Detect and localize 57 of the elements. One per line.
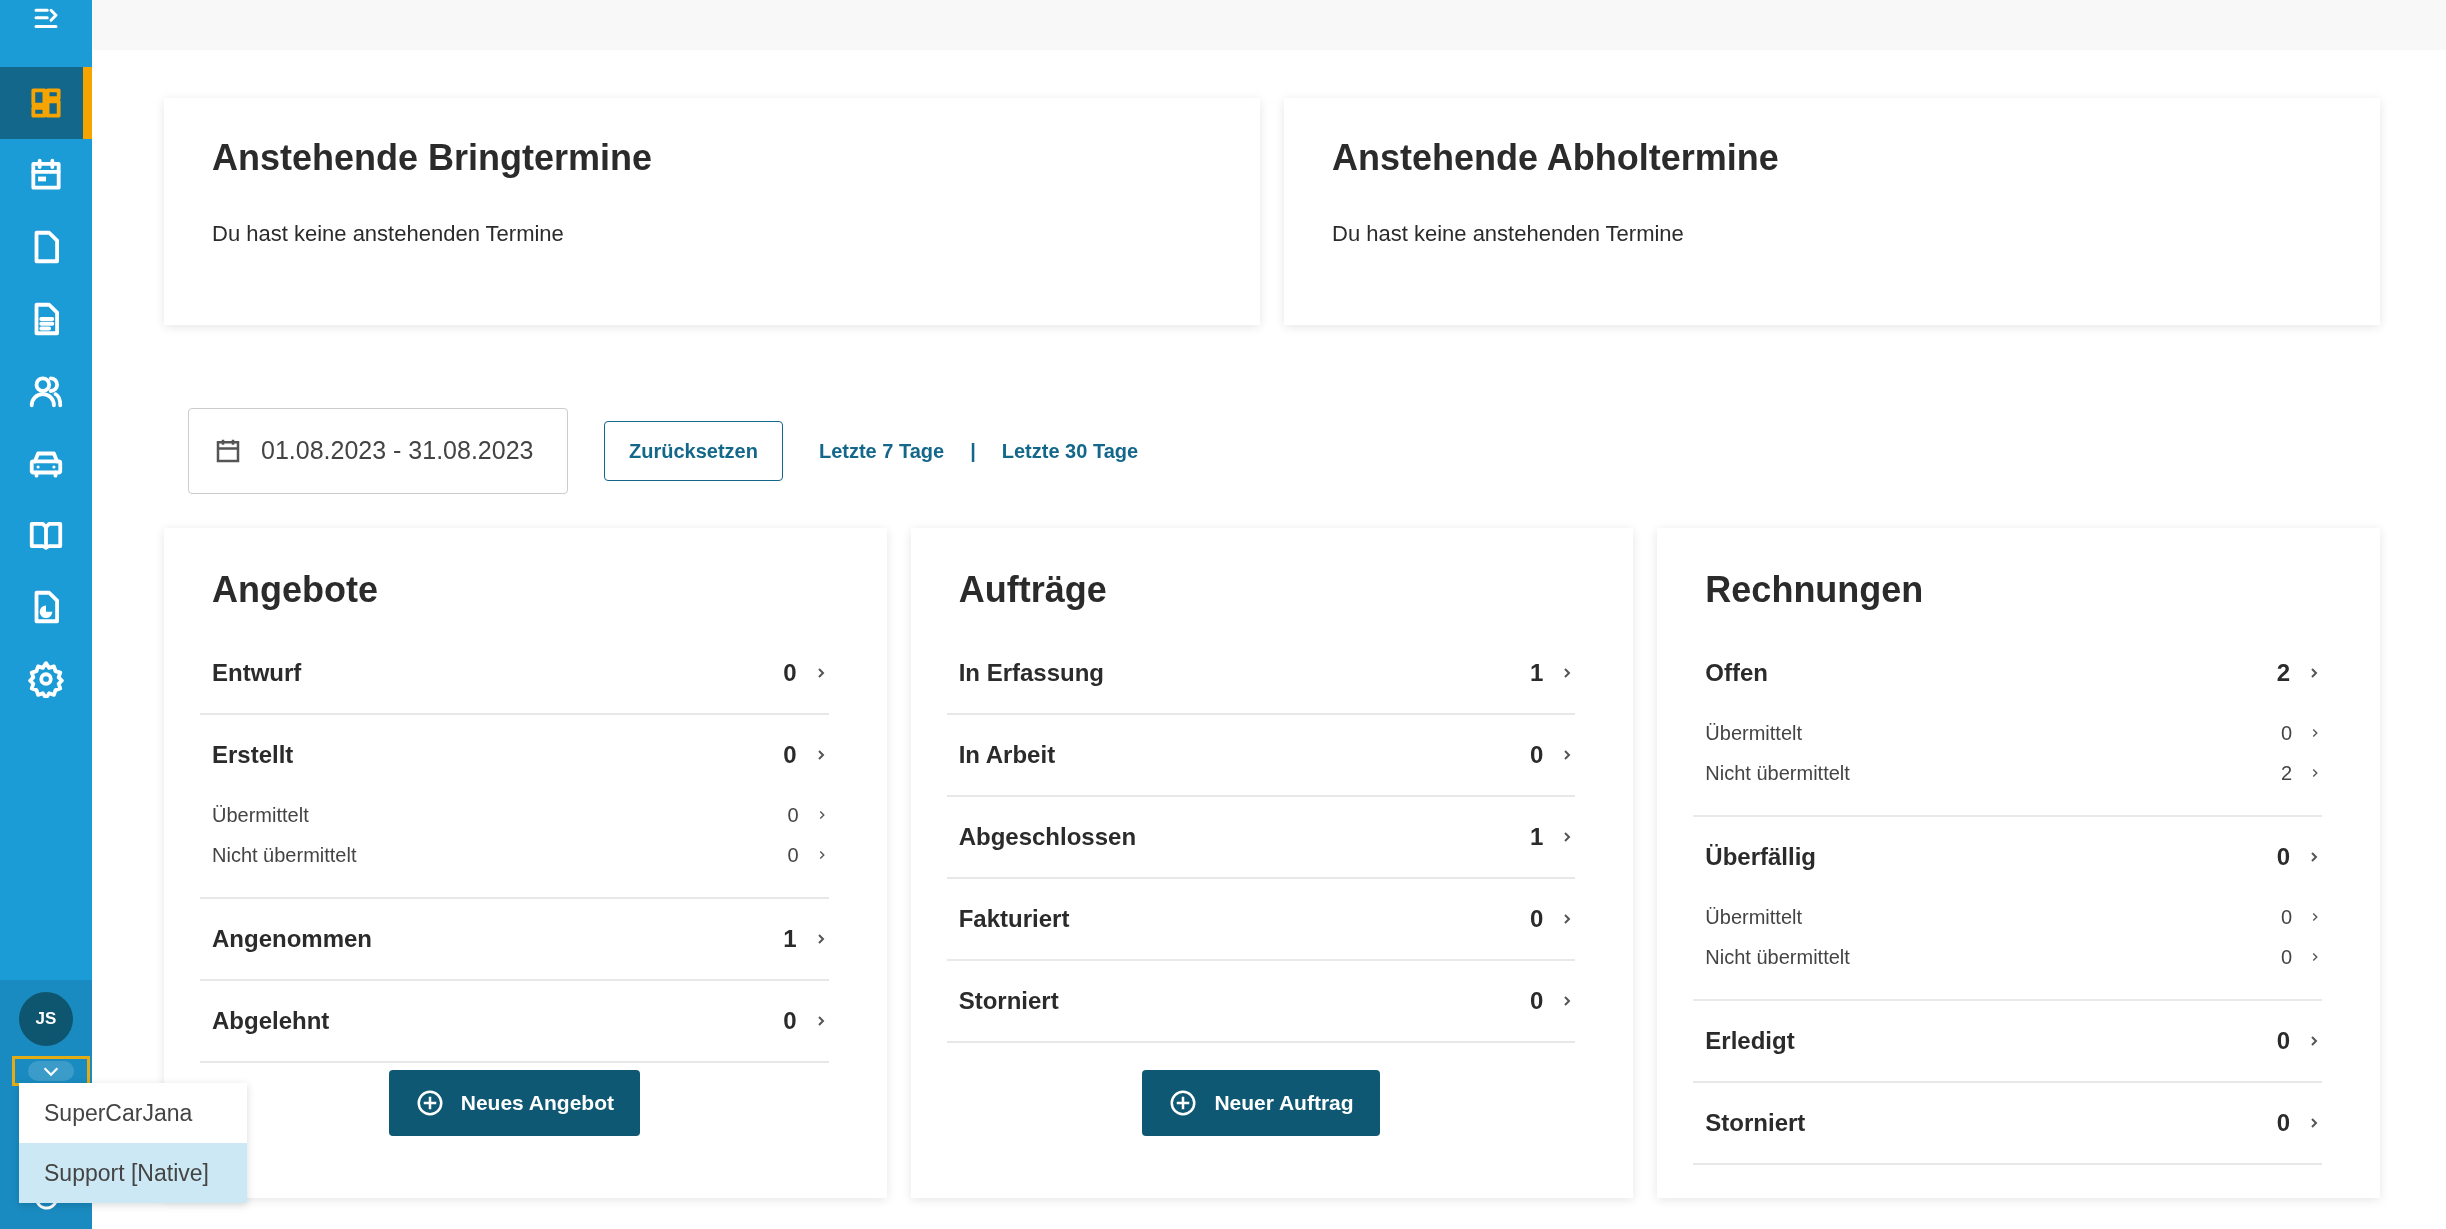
- status-label: Storniert: [958, 986, 1059, 1017]
- substatus-label: Nicht übermittelt: [212, 843, 357, 869]
- card-title: Angebote: [212, 568, 379, 612]
- empty-message: Du hast keine anstehenden Termine: [212, 220, 565, 249]
- status-label: Abgelehnt: [212, 1006, 330, 1037]
- substatus-label: Übermittelt: [212, 803, 309, 829]
- substatus-count: 2: [2280, 761, 2292, 787]
- status-count: 1: [783, 924, 797, 955]
- status-label: Angenommen: [212, 924, 372, 955]
- link-separator: |: [970, 439, 976, 464]
- status-label: Fakturiert: [958, 904, 1070, 935]
- card-title: Anstehende Abholtermine: [1332, 136, 1780, 180]
- status-count: 1: [1530, 658, 1544, 689]
- substatus-label: Nicht übermittelt: [1705, 945, 1850, 971]
- account-menu-item[interactable]: Support [Native]: [19, 1143, 247, 1203]
- reset-button[interactable]: Zurücksetzen: [604, 421, 783, 481]
- status-count: 0: [2276, 1026, 2290, 1057]
- status-count: 0: [783, 1006, 797, 1037]
- substatus-count: 0: [787, 803, 799, 829]
- status-label: Abgeschlossen: [958, 822, 1137, 853]
- quick-range-link[interactable]: Letzte 7 Tage: [818, 436, 945, 466]
- status-label: Storniert: [1705, 1108, 1806, 1139]
- nav-item[interactable]: [0, 67, 92, 139]
- account-menu-item[interactable]: SuperCarJana: [19, 1083, 247, 1143]
- user-avatar[interactable]: JS: [19, 992, 73, 1046]
- status-label: Überfällig: [1705, 842, 1817, 873]
- status-count: 1: [1530, 822, 1544, 853]
- new-item-button[interactable]: Neuer Auftrag: [1142, 1070, 1380, 1136]
- substatus-count: 0: [2280, 905, 2292, 931]
- status-count: 0: [1530, 904, 1544, 935]
- status-count: 0: [783, 658, 797, 689]
- substatus-count: 0: [2280, 945, 2292, 971]
- status-label: Erstellt: [212, 740, 294, 771]
- substatus-count: 0: [2280, 721, 2292, 747]
- substatus-label: Übermittelt: [1705, 721, 1803, 747]
- status-count: 0: [2276, 1108, 2290, 1139]
- substatus-label: Übermittelt: [1705, 905, 1803, 931]
- quick-range-link[interactable]: Letzte 30 Tage: [1001, 436, 1139, 466]
- date-range-field[interactable]: 01.08.2023 - 31.08.2023: [188, 408, 568, 494]
- status-label: In Erfassung: [958, 658, 1105, 689]
- card-title: Anstehende Bringtermine: [212, 136, 654, 180]
- substatus-label: Nicht übermittelt: [1705, 761, 1850, 787]
- status-label: Offen: [1705, 658, 1768, 689]
- status-count: 0: [1530, 986, 1544, 1017]
- status-count: 0: [1530, 740, 1544, 771]
- card-title: Rechnungen: [1705, 568, 1925, 612]
- new-item-button[interactable]: Neues Angebot: [388, 1070, 640, 1136]
- status-label: Entwurf: [212, 658, 302, 689]
- card-title: Aufträge: [958, 568, 1108, 612]
- substatus-count: 0: [787, 843, 799, 869]
- status-label: Erledigt: [1705, 1026, 1795, 1057]
- empty-message: Du hast keine anstehenden Termine: [1332, 220, 1685, 249]
- status-count: 0: [2276, 842, 2290, 873]
- settings-icon: [27, 660, 65, 698]
- status-count: 2: [2276, 658, 2290, 689]
- status-label: In Arbeit: [958, 740, 1056, 771]
- status-count: 0: [783, 740, 797, 771]
